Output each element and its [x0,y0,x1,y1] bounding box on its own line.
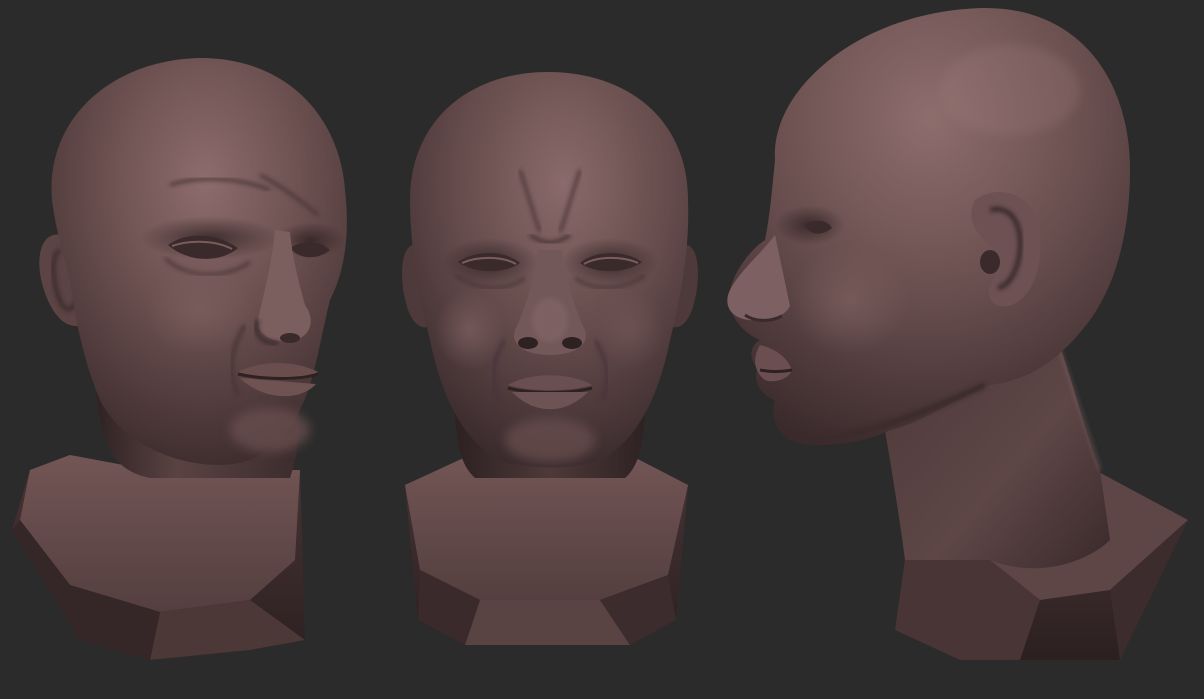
head-front [402,72,698,645]
viewport [0,0,1204,699]
sculpt-render [0,0,1204,699]
